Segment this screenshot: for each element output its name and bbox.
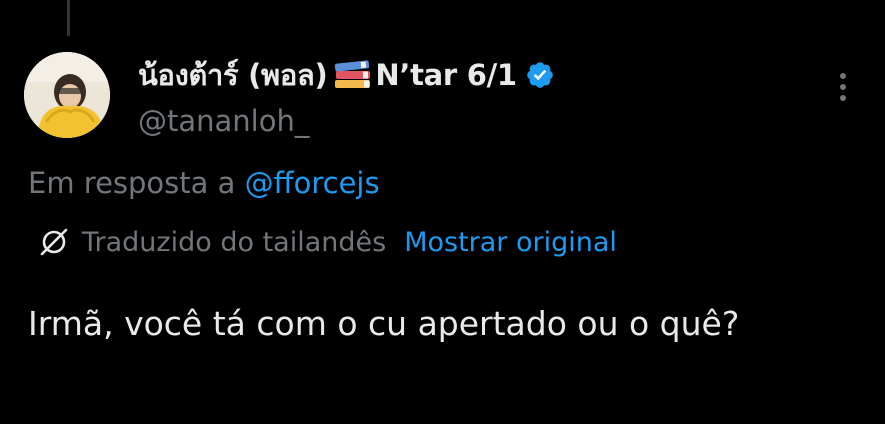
- author-display-name[interactable]: น้องต้าร์ (พอล): [138, 52, 328, 98]
- translated-from-label: Traduzido do tailandês: [82, 226, 387, 258]
- verified-badge-icon[interactable]: [525, 60, 555, 90]
- author-handle[interactable]: @tananloh_: [138, 101, 825, 141]
- translation-row: Traduzido do tailandês Mostrar original: [38, 226, 617, 258]
- reply-prefix: Em resposta a: [28, 166, 236, 200]
- post-text: Irmã, você tá com o cu apertado ou o quê…: [28, 304, 740, 343]
- post-header: น้องต้าร์ (พอล) N’tar 6/1 @tananloh_: [138, 55, 825, 141]
- reply-context: Em resposta a @fforcejs: [28, 166, 380, 200]
- author-name-row[interactable]: น้องต้าร์ (พอล) N’tar 6/1: [138, 55, 825, 95]
- thread-connector-line: [67, 0, 70, 36]
- translate-icon: [38, 226, 70, 258]
- books-icon: [333, 58, 373, 92]
- author-display-name-suffix[interactable]: N’tar 6/1: [375, 58, 517, 92]
- show-original-link[interactable]: Mostrar original: [404, 227, 617, 258]
- reply-mention-link[interactable]: @fforcejs: [245, 166, 380, 200]
- avatar[interactable]: [24, 52, 110, 138]
- more-vertical-icon[interactable]: [835, 70, 851, 104]
